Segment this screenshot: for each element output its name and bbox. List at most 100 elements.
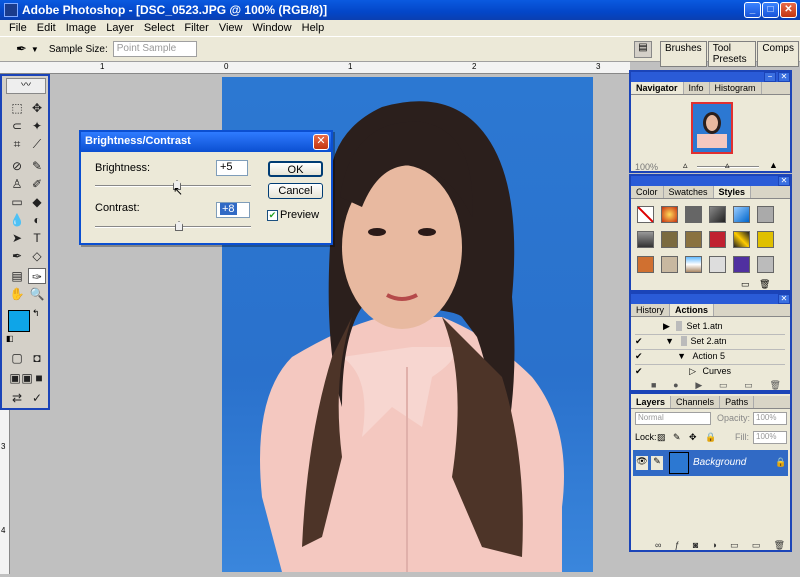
trash-icon[interactable]: 🗑 bbox=[774, 540, 785, 551]
style-swatch[interactable] bbox=[733, 256, 750, 273]
tab-color[interactable]: Color bbox=[631, 186, 664, 198]
path-selection-icon[interactable]: ➤ bbox=[8, 230, 26, 246]
style-swatch[interactable] bbox=[757, 206, 774, 223]
menu-window[interactable]: Window bbox=[248, 22, 297, 34]
blur-icon[interactable]: 💧 bbox=[8, 212, 26, 228]
play-icon[interactable]: ▶ bbox=[695, 380, 702, 391]
layer-row[interactable]: 👁 ✎ Background 🔒 bbox=[633, 450, 788, 476]
lock-transparency-icon[interactable]: ▨ bbox=[657, 432, 666, 443]
link-icon[interactable]: ∞ bbox=[655, 540, 661, 551]
menu-image[interactable]: Image bbox=[61, 22, 102, 34]
marquee-icon[interactable]: ⬚ bbox=[8, 100, 26, 116]
new-style-icon[interactable]: ▭ bbox=[741, 279, 750, 290]
style-swatch[interactable] bbox=[661, 231, 678, 248]
full-screen-icon[interactable]: ■ bbox=[30, 370, 48, 386]
jump-to-icon[interactable]: ✓ bbox=[28, 390, 46, 406]
tab-actions[interactable]: Actions bbox=[670, 304, 715, 316]
menu-edit[interactable]: Edit bbox=[32, 22, 61, 34]
palette-tab-tool-presets[interactable]: Tool Presets bbox=[707, 41, 757, 67]
stop-icon[interactable]: ■ bbox=[651, 380, 656, 391]
visibility-eye-icon[interactable]: 👁 bbox=[636, 456, 648, 470]
imageready-icon[interactable]: ⇄ bbox=[8, 390, 26, 406]
zoom-icon[interactable]: 🔍 bbox=[28, 286, 46, 302]
blend-mode-select[interactable]: Normal bbox=[635, 412, 711, 425]
style-swatch[interactable] bbox=[733, 231, 750, 248]
default-colors-icon[interactable]: ◧ bbox=[6, 334, 14, 343]
list-item[interactable]: ▶ Set 1.atn bbox=[635, 321, 785, 335]
tab-navigator[interactable]: Navigator bbox=[631, 82, 684, 94]
healing-brush-icon[interactable]: ⊘ bbox=[8, 158, 26, 174]
sample-size-select[interactable]: Point Sample bbox=[112, 41, 197, 57]
tab-swatches[interactable]: Swatches bbox=[664, 186, 714, 198]
new-action-icon[interactable]: ▭ bbox=[744, 380, 753, 391]
contrast-slider-thumb[interactable] bbox=[175, 221, 183, 231]
brightness-input[interactable]: +5 bbox=[216, 160, 248, 176]
style-none-swatch[interactable] bbox=[637, 206, 654, 223]
style-swatch[interactable] bbox=[757, 231, 774, 248]
style-swatch[interactable] bbox=[661, 256, 678, 273]
quick-mask-icon[interactable]: ◘ bbox=[28, 350, 46, 366]
type-icon[interactable]: T bbox=[28, 230, 46, 246]
palette-tab-brushes[interactable]: Brushes bbox=[660, 41, 707, 67]
tab-channels[interactable]: Channels bbox=[671, 396, 721, 408]
style-swatch[interactable] bbox=[637, 231, 654, 248]
new-group-icon[interactable]: ▭ bbox=[730, 540, 739, 551]
standard-mode-icon[interactable]: ▢ bbox=[8, 350, 26, 366]
fill-input[interactable]: 100% bbox=[753, 431, 787, 444]
pen-icon[interactable]: ✒ bbox=[8, 248, 26, 264]
panel-minimize-icon[interactable]: − bbox=[764, 72, 776, 82]
adjustment-layer-icon[interactable]: ◑ bbox=[711, 540, 716, 551]
shape-icon[interactable]: ◇ bbox=[28, 248, 46, 264]
style-swatch[interactable] bbox=[733, 206, 750, 223]
brush-icon[interactable]: ✎ bbox=[28, 158, 46, 174]
eraser-icon[interactable]: ▭ bbox=[8, 194, 26, 210]
minimize-icon[interactable]: _ bbox=[744, 2, 761, 18]
maximize-icon[interactable]: □ bbox=[762, 2, 779, 18]
lock-all-icon[interactable]: 🔒 bbox=[705, 432, 716, 443]
chevron-down-icon[interactable]: ▼ bbox=[31, 45, 39, 54]
hand-icon[interactable]: ✋ bbox=[8, 286, 26, 302]
menu-filter[interactable]: Filter bbox=[179, 22, 213, 34]
style-swatch[interactable] bbox=[709, 206, 726, 223]
ok-button[interactable]: OK bbox=[268, 161, 323, 177]
style-swatch[interactable] bbox=[709, 231, 726, 248]
style-swatch[interactable] bbox=[661, 206, 678, 223]
list-item[interactable]: ✔ ▼ Action 5 bbox=[635, 351, 785, 365]
lock-pixels-icon[interactable]: ✎ bbox=[673, 432, 681, 443]
menu-file[interactable]: File bbox=[4, 22, 32, 34]
contrast-input[interactable]: +8 bbox=[216, 202, 250, 218]
menu-help[interactable]: Help bbox=[297, 22, 330, 34]
trash-icon[interactable]: 🗑 bbox=[770, 380, 781, 391]
slice-icon[interactable]: ⟋ bbox=[28, 136, 46, 152]
close-icon[interactable]: ✕ bbox=[780, 2, 797, 18]
navigator-thumbnail[interactable] bbox=[691, 102, 733, 154]
zoom-in-icon[interactable]: ▲ bbox=[769, 160, 778, 170]
swap-colors-icon[interactable]: ↰ bbox=[32, 308, 40, 319]
trash-icon[interactable]: 🗑 bbox=[759, 279, 770, 290]
panel-close-icon[interactable]: ✕ bbox=[778, 72, 790, 82]
history-brush-icon[interactable]: ✐ bbox=[28, 176, 46, 192]
foreground-color-swatch[interactable] bbox=[8, 310, 30, 332]
panel-close-icon[interactable]: ✕ bbox=[778, 294, 790, 304]
preview-checkbox[interactable]: ✔ bbox=[267, 210, 278, 221]
menu-layer[interactable]: Layer bbox=[101, 22, 139, 34]
adobe-feather-icon[interactable]: 〰 bbox=[6, 78, 46, 94]
zoom-out-icon[interactable]: ▵ bbox=[683, 160, 688, 171]
new-layer-icon[interactable]: ▭ bbox=[752, 540, 761, 551]
tab-info[interactable]: Info bbox=[684, 82, 710, 94]
eyedropper-icon[interactable]: ✒ bbox=[16, 41, 27, 57]
magic-wand-icon[interactable]: ✦ bbox=[28, 118, 46, 134]
zoom-slider-thumb[interactable]: ▵ bbox=[725, 160, 730, 171]
menu-select[interactable]: Select bbox=[139, 22, 180, 34]
list-item[interactable]: ✔ ▼ Set 2.atn bbox=[635, 336, 785, 350]
style-swatch[interactable] bbox=[685, 206, 702, 223]
record-icon[interactable]: ● bbox=[673, 380, 678, 391]
cancel-button[interactable]: Cancel bbox=[268, 183, 323, 199]
mask-icon[interactable]: ◙ bbox=[693, 540, 698, 551]
dodge-icon[interactable]: ◐ bbox=[28, 212, 46, 228]
palette-tab-comps[interactable]: Comps bbox=[757, 41, 799, 67]
panel-close-icon[interactable]: ✕ bbox=[778, 176, 790, 186]
zoom-value[interactable]: 100% bbox=[635, 162, 658, 172]
lock-position-icon[interactable]: ✥ bbox=[689, 432, 697, 443]
list-item[interactable]: ✔ ▷ Curves bbox=[635, 366, 785, 378]
